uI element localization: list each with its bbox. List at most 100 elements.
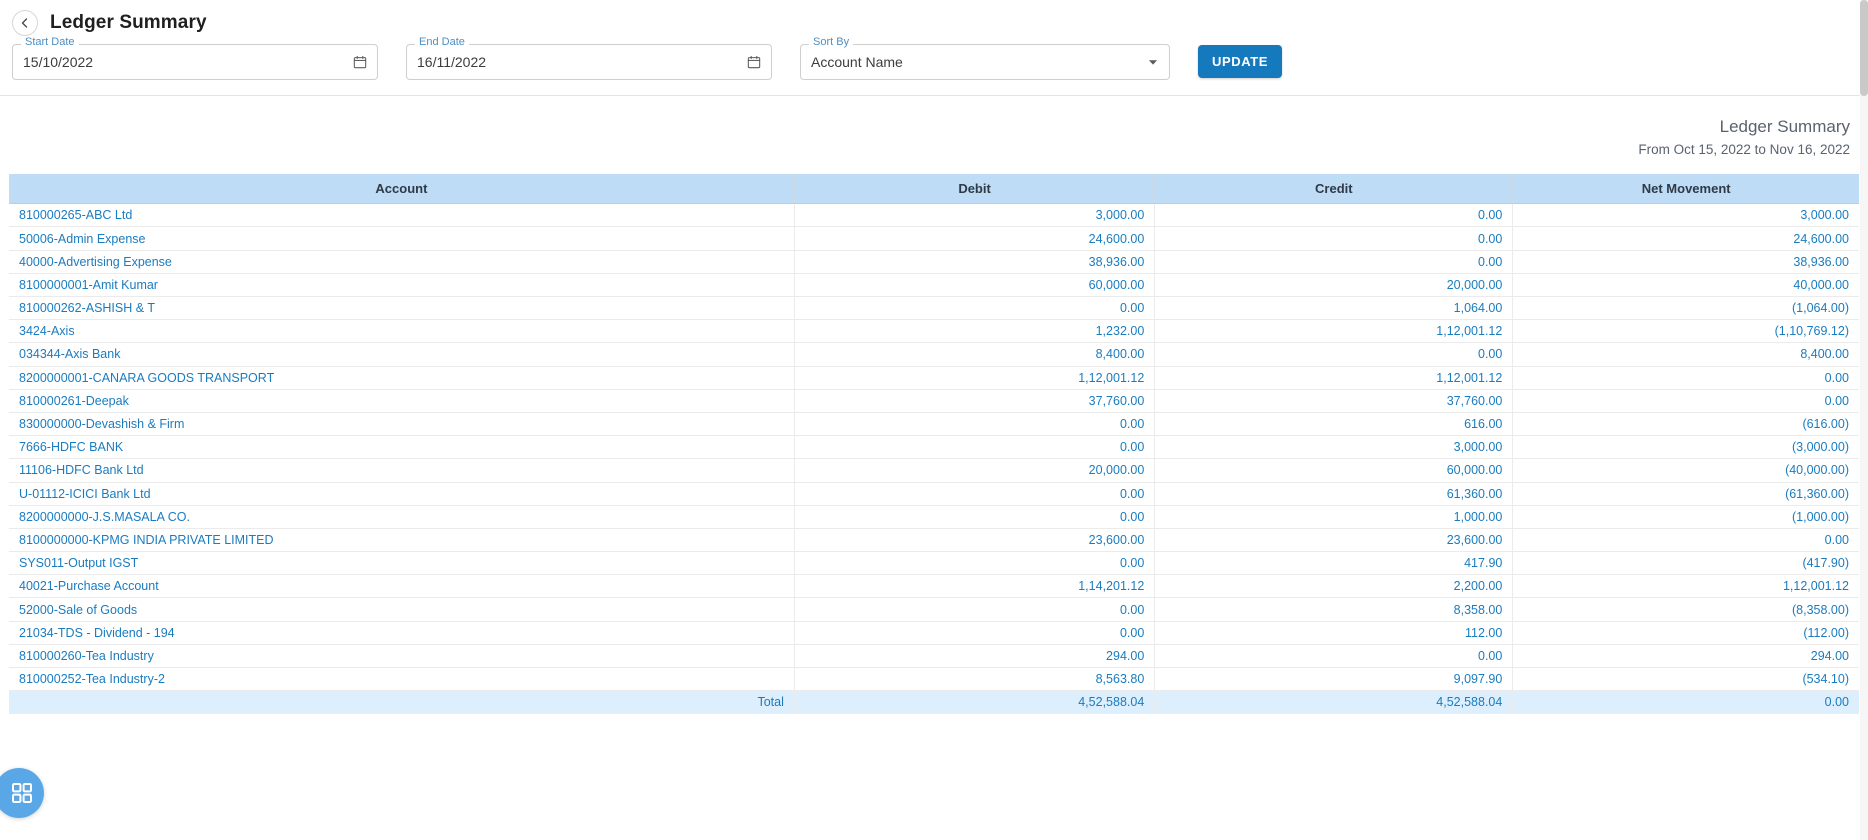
calendar-icon[interactable] — [747, 55, 761, 69]
account-link[interactable]: 810000265-ABC Ltd — [19, 208, 132, 222]
cell-account: 21034-TDS - Dividend - 194 — [9, 621, 795, 645]
apps-grid-fab[interactable] — [0, 768, 44, 818]
cell-net-movement: (534.10) — [1512, 667, 1859, 692]
account-link[interactable]: 810000262-ASHISH & T — [19, 301, 155, 315]
table-row: 40000-Advertising Expense 38,936.00 0.00 38… — [9, 250, 1859, 274]
cell-debit: 3,000.00 — [794, 203, 1156, 228]
table-row: 8100000000-KPMG INDIA PRIVATE LIMITED 23,… — [9, 528, 1859, 553]
table-row: 21034-TDS - Dividend - 194 0.00 112.00 (112… — [9, 621, 1859, 645]
table-row: 034344-Axis Bank 8,400.00 0.00 8,400.00 — [9, 342, 1859, 367]
account-link[interactable]: 3424-Axis — [19, 324, 75, 338]
chevron-down-icon[interactable] — [1147, 56, 1159, 68]
cell-account: 810000265-ABC Ltd — [9, 203, 795, 228]
cell-debit: 23,600.00 — [794, 528, 1156, 553]
total-net-movement: 0.00 — [1512, 690, 1859, 715]
account-link[interactable]: 830000000-Devashish & Firm — [19, 417, 184, 431]
cell-credit: 2,200.00 — [1154, 574, 1514, 599]
cell-net-movement: (1,064.00) — [1512, 296, 1859, 321]
table-row: 810000265-ABC Ltd 3,000.00 0.00 3,000.00 — [9, 203, 1859, 228]
sort-by-value: Account Name — [811, 54, 903, 70]
table-row: 8200000001-CANARA GOODS TRANSPORT 1,12,00… — [9, 366, 1859, 390]
cell-debit: 37,760.00 — [794, 389, 1156, 413]
calendar-icon[interactable] — [353, 55, 367, 69]
cell-net-movement: (1,10,769.12) — [1512, 319, 1859, 344]
cell-account: 40000-Advertising Expense — [9, 250, 795, 274]
cell-debit: 0.00 — [794, 551, 1156, 576]
table-row: 810000262-ASHISH & T 0.00 1,064.00 (1,064.0… — [9, 296, 1859, 321]
cell-credit: 417.90 — [1154, 551, 1514, 576]
table-header-row: Account Debit Credit Net Movement — [9, 173, 1859, 205]
cell-credit: 1,12,001.12 — [1154, 366, 1514, 390]
account-link[interactable]: 810000261-Deepak — [19, 394, 129, 408]
table-row: SYS011-Output IGST 0.00 417.90 (417.90) — [9, 551, 1859, 576]
account-link[interactable]: 8100000000-KPMG INDIA PRIVATE LIMITED — [19, 533, 274, 547]
account-link[interactable]: 40021-Purchase Account — [19, 579, 159, 593]
sort-by-select[interactable]: Sort By Account Name — [800, 37, 1170, 80]
cell-account: 52000-Sale of Goods — [9, 597, 795, 622]
account-link[interactable]: 21034-TDS - Dividend - 194 — [19, 626, 175, 640]
update-button[interactable]: UPDATE — [1198, 45, 1283, 78]
table-body: 810000265-ABC Ltd 3,000.00 0.00 3,000.00 500… — [9, 203, 1859, 715]
account-link[interactable]: 11106-HDFC Bank Ltd — [19, 463, 144, 477]
cell-account: 810000252-Tea Industry-2 — [9, 667, 795, 692]
back-button[interactable] — [12, 10, 38, 36]
table-row: 52000-Sale of Goods 0.00 8,358.00 (8,358.00… — [9, 597, 1859, 622]
start-date-input[interactable] — [23, 54, 353, 70]
end-date-field[interactable]: End Date — [406, 37, 772, 80]
cell-credit: 60,000.00 — [1154, 458, 1514, 483]
cell-account: 50006-Admin Expense — [9, 226, 795, 251]
table-row: 40021-Purchase Account 1,14,201.12 2,200.0… — [9, 574, 1859, 599]
account-link[interactable]: 8100000001-Amit Kumar — [19, 278, 158, 292]
cell-debit: 0.00 — [794, 621, 1156, 645]
cell-net-movement: (112.00) — [1512, 621, 1859, 645]
table-row: 50006-Admin Expense 24,600.00 0.00 24,600.0… — [9, 226, 1859, 251]
cell-account: 11106-HDFC Bank Ltd — [9, 458, 795, 483]
cell-account: U-01112-ICICI Bank Ltd — [9, 482, 795, 506]
cell-credit: 8,358.00 — [1154, 597, 1514, 622]
account-link[interactable]: U-01112-ICICI Bank Ltd — [19, 487, 151, 501]
cell-account: 8200000001-CANARA GOODS TRANSPORT — [9, 366, 795, 390]
cell-debit: 0.00 — [794, 296, 1156, 321]
account-link[interactable]: 8200000000-J.S.MASALA CO. — [19, 510, 190, 524]
table-row: 8100000001-Amit Kumar 60,000.00 20,000.00 4… — [9, 273, 1859, 298]
cell-debit: 1,14,201.12 — [794, 574, 1156, 599]
cell-account: 40021-Purchase Account — [9, 574, 795, 599]
account-link[interactable]: 8200000001-CANARA GOODS TRANSPORT — [19, 371, 274, 385]
account-link[interactable]: 50006-Admin Expense — [19, 232, 145, 246]
account-link[interactable]: 52000-Sale of Goods — [19, 603, 137, 617]
account-link[interactable]: 034344-Axis Bank — [19, 347, 120, 361]
cell-debit: 0.00 — [794, 482, 1156, 506]
page-scrollbar-track[interactable] — [1860, 0, 1868, 840]
account-link[interactable]: 7666-HDFC BANK — [19, 440, 123, 454]
cell-net-movement: (40,000.00) — [1512, 458, 1859, 483]
start-date-label: Start Date — [21, 37, 79, 48]
page-scrollbar-thumb[interactable] — [1860, 0, 1868, 96]
account-link[interactable]: SYS011-Output IGST — [19, 556, 138, 570]
column-header-debit[interactable]: Debit — [794, 173, 1156, 205]
column-header-credit[interactable]: Credit — [1154, 173, 1514, 205]
cell-credit: 61,360.00 — [1154, 482, 1514, 506]
end-date-input[interactable] — [417, 54, 747, 70]
account-link[interactable]: 40000-Advertising Expense — [19, 255, 172, 269]
column-header-account[interactable]: Account — [9, 173, 795, 205]
cell-debit: 1,232.00 — [794, 319, 1156, 344]
ledger-summary-page: Ledger Summary Start Date End Date — [0, 0, 1868, 840]
table-row: 8200000000-J.S.MASALA CO. 0.00 1,000.00 (1,… — [9, 505, 1859, 529]
filter-bar: Start Date End Date — [0, 37, 1868, 96]
cell-debit: 38,936.00 — [794, 250, 1156, 274]
column-header-net-movement[interactable]: Net Movement — [1512, 173, 1859, 205]
cell-account: SYS011-Output IGST — [9, 551, 795, 576]
grid-apps-icon — [6, 783, 32, 803]
table-row: 3424-Axis 1,232.00 1,12,001.12 (1,10,769.12… — [9, 319, 1859, 344]
cell-net-movement: (61,360.00) — [1512, 482, 1859, 506]
cell-net-movement: 38,936.00 — [1512, 250, 1859, 274]
report-heading: Ledger Summary From Oct 15, 2022 to Nov … — [0, 96, 1868, 174]
cell-debit: 0.00 — [794, 412, 1156, 437]
page-header: Ledger Summary — [0, 0, 1868, 38]
account-link[interactable]: 810000260-Tea Industry — [19, 649, 154, 663]
cell-net-movement: (3,000.00) — [1512, 435, 1859, 460]
cell-credit: 0.00 — [1154, 250, 1514, 274]
start-date-field[interactable]: Start Date — [12, 37, 378, 80]
account-link[interactable]: 810000252-Tea Industry-2 — [19, 672, 165, 686]
cell-debit: 60,000.00 — [794, 273, 1156, 298]
